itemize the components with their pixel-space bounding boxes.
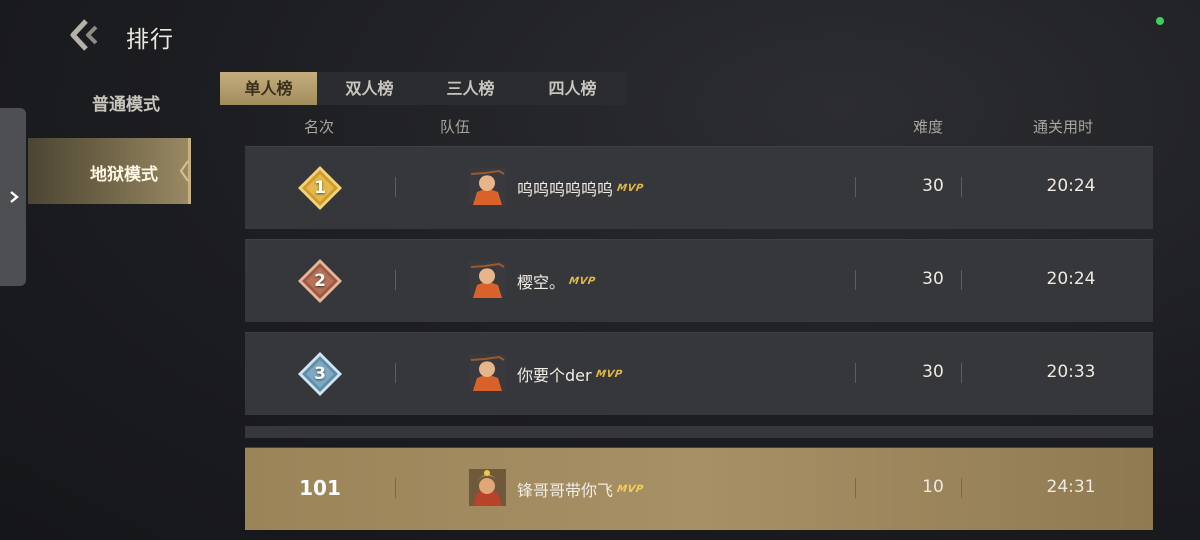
tab-solo[interactable]: 单人榜 — [220, 72, 317, 105]
divider — [395, 270, 396, 290]
selected-marker-icon — [180, 138, 191, 204]
rank-number: 2 — [314, 271, 326, 291]
side-panel-toggle[interactable] — [0, 108, 26, 286]
hero-avatar-icon — [469, 354, 506, 391]
player-name-text: 樱空。 — [517, 273, 566, 292]
diamond-rank-badge-icon: 2 — [297, 258, 343, 304]
difficulty-value: 30 — [922, 176, 944, 196]
divider — [395, 177, 396, 197]
divider — [855, 363, 856, 383]
clear-time-value: 20:24 — [1046, 269, 1096, 289]
clear-time-value: 20:33 — [1046, 362, 1096, 382]
difficulty-value: 30 — [922, 269, 944, 289]
rank-number: 3 — [314, 364, 326, 384]
column-header-rank: 名次 — [304, 118, 335, 136]
mode-normal-button[interactable]: 普通模式 — [28, 88, 224, 122]
divider — [855, 270, 856, 290]
my-rank-row[interactable]: 101 锋哥哥带你飞 MVP 10 24:31 — [245, 447, 1153, 530]
divider — [961, 270, 962, 290]
divider — [855, 478, 856, 498]
mvp-badge: MVP — [616, 483, 645, 495]
leaderboard-tabs: 单人榜 双人榜 三人榜 四人榜 — [220, 72, 626, 105]
table-row[interactable]: 2 樱空。 MVP 30 20:24 — [245, 239, 1153, 322]
hero-avatar-icon — [469, 261, 506, 298]
divider — [395, 478, 396, 498]
player-name: 你要个der MVP — [517, 362, 623, 386]
back-arrow-icon — [70, 19, 98, 51]
mode-hell-button[interactable]: 地狱模式 — [28, 138, 190, 204]
diamond-rank-badge-icon: 1 — [297, 165, 343, 211]
table-row[interactable]: 1 呜呜呜呜呜呜 MVP 30 20:24 — [245, 146, 1153, 229]
hero-avatar-icon — [469, 469, 506, 506]
column-header-team: 队伍 — [440, 118, 471, 136]
tab-trio[interactable]: 三人榜 — [422, 72, 519, 105]
divider — [961, 177, 962, 197]
tab-squad[interactable]: 四人榜 — [524, 72, 621, 105]
player-name-text: 你要个der — [517, 366, 592, 385]
difficulty-value: 10 — [922, 477, 944, 497]
online-indicator — [1156, 17, 1164, 25]
divider — [395, 363, 396, 383]
table-row[interactable]: 3 你要个der MVP 30 20:33 — [245, 332, 1153, 415]
difficulty-value: 30 — [922, 362, 944, 382]
back-button[interactable] — [68, 18, 104, 52]
player-name-text: 呜呜呜呜呜呜 — [517, 180, 614, 199]
player-name: 锋哥哥带你飞 MVP — [517, 477, 644, 501]
mvp-badge: MVP — [568, 275, 597, 287]
clear-time-value: 20:24 — [1046, 176, 1096, 196]
player-name-text: 锋哥哥带你飞 — [517, 481, 614, 500]
column-header-difficulty: 难度 — [913, 118, 944, 136]
column-header-clear-time: 通关用时 — [1033, 118, 1094, 136]
rank-number: 1 — [314, 178, 326, 198]
page-title: 排行 — [126, 27, 174, 53]
clear-time-value: 24:31 — [1046, 477, 1096, 497]
hero-avatar-icon — [469, 168, 506, 205]
diamond-rank-badge-icon: 3 — [297, 351, 343, 397]
chevron-right-icon — [10, 191, 19, 203]
tab-duo[interactable]: 双人榜 — [321, 72, 418, 105]
divider — [961, 478, 962, 498]
player-name: 樱空。 MVP — [517, 269, 596, 293]
player-name: 呜呜呜呜呜呜 MVP — [517, 176, 644, 200]
table-row-partial — [245, 426, 1153, 438]
mvp-badge: MVP — [594, 368, 623, 380]
mode-hell-label: 地狱模式 — [90, 165, 158, 185]
rank-number: 101 — [299, 476, 341, 500]
divider — [855, 177, 856, 197]
mvp-badge: MVP — [616, 182, 645, 194]
divider — [961, 363, 962, 383]
